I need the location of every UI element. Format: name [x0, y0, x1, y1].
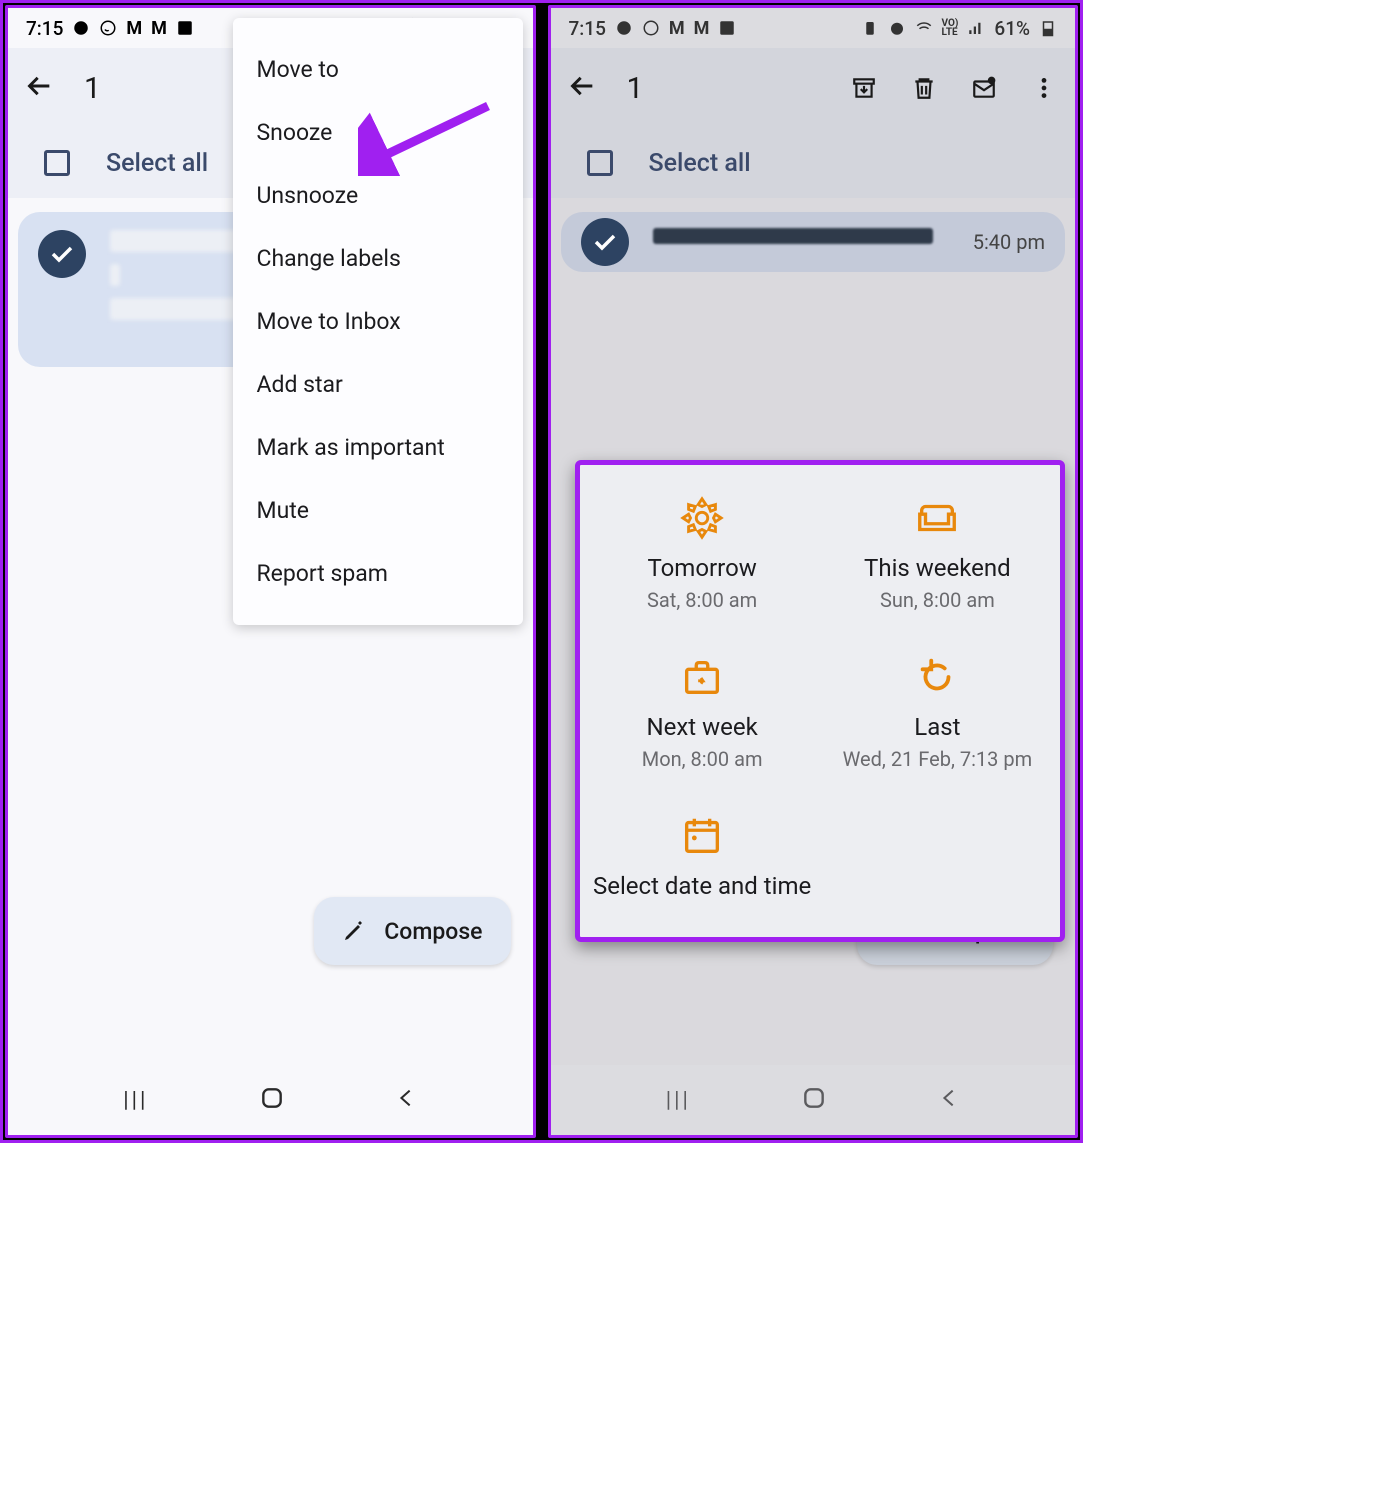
- snooze-opt-sub: Sat, 8:00 am: [647, 588, 757, 612]
- select-all-label: Select all: [106, 149, 208, 178]
- selection-count: 1: [627, 71, 644, 106]
- couch-icon: [914, 495, 960, 541]
- status-time: 7:15: [569, 17, 606, 40]
- battery-icon: [1039, 19, 1057, 37]
- menu-mute[interactable]: Mute: [233, 479, 523, 542]
- select-all-row[interactable]: Select all: [551, 128, 1076, 198]
- pencil-icon: [342, 919, 366, 943]
- snooze-tomorrow[interactable]: Tomorrow Sat, 8:00 am: [590, 495, 815, 612]
- chat-icon: [72, 19, 90, 37]
- redo-icon: [914, 654, 960, 700]
- trash-icon[interactable]: [911, 75, 937, 101]
- gallery-icon: [176, 19, 194, 37]
- battery-pct: 61%: [994, 17, 1030, 40]
- overflow-icon[interactable]: [1031, 75, 1057, 101]
- system-nav: |||: [8, 1065, 533, 1135]
- chat-icon: [615, 19, 633, 37]
- select-all-checkbox[interactable]: [587, 150, 613, 176]
- snooze-opt-sub: Mon, 8:00 am: [642, 747, 763, 771]
- whatsapp-icon: [642, 19, 660, 37]
- volte-icon: VO)LTE: [942, 19, 959, 37]
- m-icon-2: M: [151, 18, 167, 39]
- snooze-last[interactable]: Last Wed, 21 Feb, 7:13 pm: [825, 654, 1050, 771]
- mail-list: 5:40 pm Tomorrow Sat, 8:00 am This weeke…: [551, 198, 1076, 1065]
- menu-move-to-inbox[interactable]: Move to Inbox: [233, 290, 523, 353]
- back-nav-button[interactable]: [395, 1087, 417, 1113]
- back-nav-button[interactable]: [938, 1087, 960, 1113]
- menu-report-spam[interactable]: Report spam: [233, 542, 523, 605]
- phone-screen-left: 7:15 M M VO)LTE 61% 1: [5, 5, 536, 1138]
- status-time: 7:15: [26, 17, 63, 40]
- battery-saver-icon: [861, 19, 879, 37]
- select-all-label: Select all: [649, 149, 751, 178]
- back-button[interactable]: [26, 72, 54, 104]
- app-header: 1: [551, 48, 1076, 128]
- snooze-next-week[interactable]: Next week Mon, 8:00 am: [590, 654, 815, 771]
- snooze-opt-title: Last: [914, 712, 960, 743]
- snooze-dialog: Tomorrow Sat, 8:00 am This weekend Sun, …: [575, 460, 1066, 942]
- menu-change-labels[interactable]: Change labels: [233, 227, 523, 290]
- annotation-arrow: [358, 96, 498, 176]
- snooze-opt-title: This weekend: [864, 553, 1011, 584]
- snooze-opt-title: Tomorrow: [647, 553, 756, 584]
- gallery-icon: [718, 19, 736, 37]
- selection-count: 1: [84, 71, 101, 106]
- menu-move-to[interactable]: Move to: [233, 38, 523, 101]
- snooze-opt-sub: Wed, 21 Feb, 7:13 pm: [843, 747, 1033, 771]
- system-nav: |||: [551, 1065, 1076, 1135]
- calendar-icon: [679, 813, 725, 859]
- mail-time: 5:40 pm: [973, 230, 1045, 254]
- sun-icon: [679, 495, 725, 541]
- menu-mark-important[interactable]: Mark as important: [233, 416, 523, 479]
- home-button[interactable]: [259, 1085, 285, 1115]
- snooze-opt-title: Next week: [647, 712, 758, 743]
- back-button[interactable]: [569, 72, 597, 104]
- signal-icon: [967, 19, 985, 37]
- compose-label: Compose: [384, 918, 482, 945]
- compose-button[interactable]: Compose: [314, 897, 510, 965]
- wifi-icon: [915, 19, 933, 37]
- selected-avatar: [581, 218, 629, 266]
- briefcase-icon: [679, 654, 725, 700]
- archive-icon[interactable]: [851, 75, 877, 101]
- alarm-icon: [888, 19, 906, 37]
- snooze-select-datetime[interactable]: Select date and time: [590, 813, 815, 906]
- mail-item-selected[interactable]: 5:40 pm: [561, 212, 1066, 272]
- select-all-checkbox[interactable]: [44, 150, 70, 176]
- home-button[interactable]: [801, 1085, 827, 1115]
- snooze-opt-sub: Sun, 8:00 am: [880, 588, 995, 612]
- whatsapp-icon: [99, 19, 117, 37]
- selected-avatar: [38, 230, 86, 278]
- status-bar: 7:15 M M VO)LTE 61%: [551, 8, 1076, 48]
- mark-unread-icon[interactable]: [971, 75, 997, 101]
- snooze-opt-title: Select date and time: [593, 871, 811, 902]
- recents-button[interactable]: |||: [123, 1088, 148, 1113]
- m-icon-2: M: [694, 18, 710, 39]
- menu-add-star[interactable]: Add star: [233, 353, 523, 416]
- recents-button[interactable]: |||: [666, 1088, 691, 1113]
- m-icon: M: [126, 18, 142, 39]
- m-icon: M: [669, 18, 685, 39]
- phone-screen-right: 7:15 M M VO)LTE 61% 1: [548, 5, 1079, 1138]
- snooze-weekend[interactable]: This weekend Sun, 8:00 am: [825, 495, 1050, 612]
